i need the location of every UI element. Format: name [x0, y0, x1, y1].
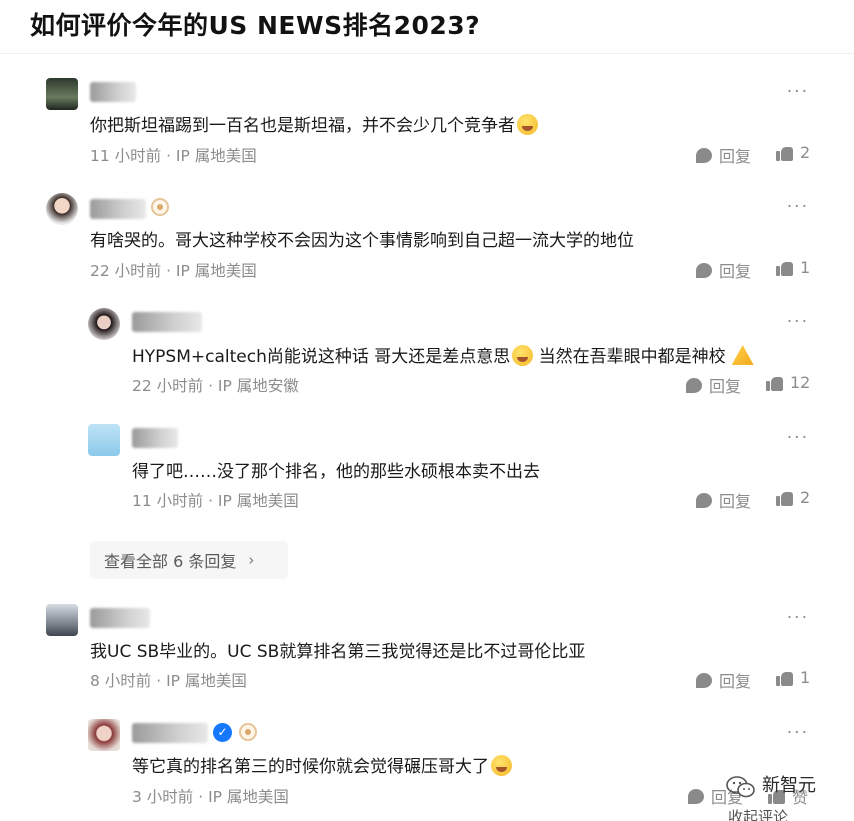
reply-icon — [696, 672, 712, 688]
more-options-icon[interactable]: ··· — [787, 723, 809, 743]
comment-text: 你把斯坦福踢到一百名也是斯坦福，并不会少几个竞争者 — [90, 111, 538, 136]
like-icon — [776, 670, 793, 686]
laughing-emoji-icon — [512, 345, 534, 366]
reply-label: 回复 — [719, 492, 752, 511]
more-options-icon[interactable]: ··· — [787, 312, 809, 332]
more-options-icon[interactable]: ··· — [787, 428, 809, 448]
comment-text: 我UC SB毕业的。UC SB就算排名第三我觉得还是比不过哥伦比亚 — [90, 642, 586, 662]
like-button[interactable]: 1 — [776, 668, 810, 687]
laughing-emoji-icon — [491, 755, 512, 776]
comment-meta: 22 小时前 · IP 属地美国 — [90, 262, 257, 280]
page-title: 如何评价今年的US NEWS排名2023? — [30, 11, 481, 40]
reply-icon — [696, 147, 712, 163]
like-icon — [776, 490, 793, 506]
reply-icon — [696, 262, 712, 278]
comment-text-body: HYPSM+caltech尚能说这种话 哥大还是差点意思 — [132, 347, 511, 367]
reply-icon — [688, 788, 704, 804]
reply-button[interactable]: 回复 — [696, 143, 751, 167]
like-icon — [776, 260, 793, 276]
pray-emoji-icon — [731, 345, 754, 365]
username-blurred[interactable] — [132, 428, 178, 448]
comment-meta: 11 小时前 · IP 属地美国 — [132, 492, 299, 510]
username-blurred[interactable] — [132, 312, 202, 332]
view-all-label: 查看全部 6 条回复 — [104, 552, 237, 571]
reply-icon — [686, 377, 702, 393]
wechat-icon — [726, 776, 755, 798]
laughing-emoji-icon — [517, 114, 538, 135]
username-blurred[interactable] — [90, 82, 136, 102]
view-all-replies-button[interactable]: 查看全部 6 条回复 › — [90, 541, 288, 579]
user-badge-icon — [151, 198, 169, 216]
reply-label: 回复 — [719, 672, 752, 691]
watermark-text: 新智元 — [762, 775, 816, 796]
collapse-comments-link[interactable]: 收起评论 — [728, 806, 788, 821]
comment-text: HYPSM+caltech尚能说这种话 哥大还是差点意思 当然在吾辈眼中都是神校 — [132, 342, 754, 367]
more-options-icon[interactable]: ··· — [787, 608, 809, 628]
avatar[interactable] — [46, 193, 78, 225]
avatar[interactable] — [88, 719, 120, 751]
user-badge-icon — [239, 723, 257, 741]
like-count: 2 — [800, 488, 811, 507]
like-count: 1 — [800, 668, 811, 687]
avatar[interactable] — [88, 424, 120, 456]
avatar[interactable] — [46, 604, 78, 636]
like-button[interactable]: 2 — [776, 488, 810, 507]
comment-text: 得了吧……没了那个排名，他的那些水硕根本卖不出去 — [132, 462, 540, 482]
like-count: 1 — [800, 258, 811, 277]
verified-badge-icon: ✓ — [213, 723, 232, 742]
reply-button[interactable]: 回复 — [696, 488, 751, 512]
comment-text: 有啥哭的。哥大这种学校不会因为这个事情影响到自己超一流大学的地位 — [90, 231, 634, 251]
avatar[interactable] — [88, 308, 120, 340]
more-options-icon[interactable]: ··· — [787, 82, 809, 102]
chevron-right-icon: › — [248, 551, 255, 569]
like-count: 12 — [790, 373, 811, 392]
reply-button[interactable]: 回复 — [696, 258, 751, 282]
reply-button[interactable]: 回复 — [686, 373, 741, 397]
username-blurred[interactable] — [90, 199, 146, 219]
like-count: 2 — [800, 143, 811, 162]
question-header: 如何评价今年的US NEWS排名2023? — [0, 0, 854, 54]
comment-text-tail: 当然在吾辈眼中都是神校 — [533, 347, 726, 367]
username-blurred[interactable] — [132, 723, 208, 743]
like-icon — [766, 375, 783, 391]
comment-text-body: 等它真的排名第三的时候你就会觉得碾压哥大了 — [132, 757, 489, 777]
reply-label: 回复 — [709, 377, 742, 396]
like-button[interactable]: 1 — [776, 258, 810, 277]
reply-label: 回复 — [719, 262, 752, 281]
comment-text: 等它真的排名第三的时候你就会觉得碾压哥大了 — [132, 752, 512, 777]
reply-button[interactable]: 回复 — [696, 668, 751, 692]
comment-meta: 3 小时前 · IP 属地美国 — [132, 788, 289, 806]
comment-meta: 11 小时前 · IP 属地美国 — [90, 147, 257, 165]
comment-meta: 22 小时前 · IP 属地安徽 — [132, 377, 299, 395]
comment-text-body: 你把斯坦福踢到一百名也是斯坦福，并不会少几个竞争者 — [90, 116, 515, 136]
username-blurred[interactable] — [90, 608, 150, 628]
reply-label: 回复 — [719, 147, 752, 166]
avatar[interactable] — [46, 78, 78, 110]
more-options-icon[interactable]: ··· — [787, 197, 809, 217]
like-icon — [776, 145, 793, 161]
like-button[interactable]: 12 — [766, 373, 810, 392]
reply-icon — [696, 492, 712, 508]
comment-meta: 8 小时前 · IP 属地美国 — [90, 672, 247, 690]
like-button[interactable]: 2 — [776, 143, 810, 162]
